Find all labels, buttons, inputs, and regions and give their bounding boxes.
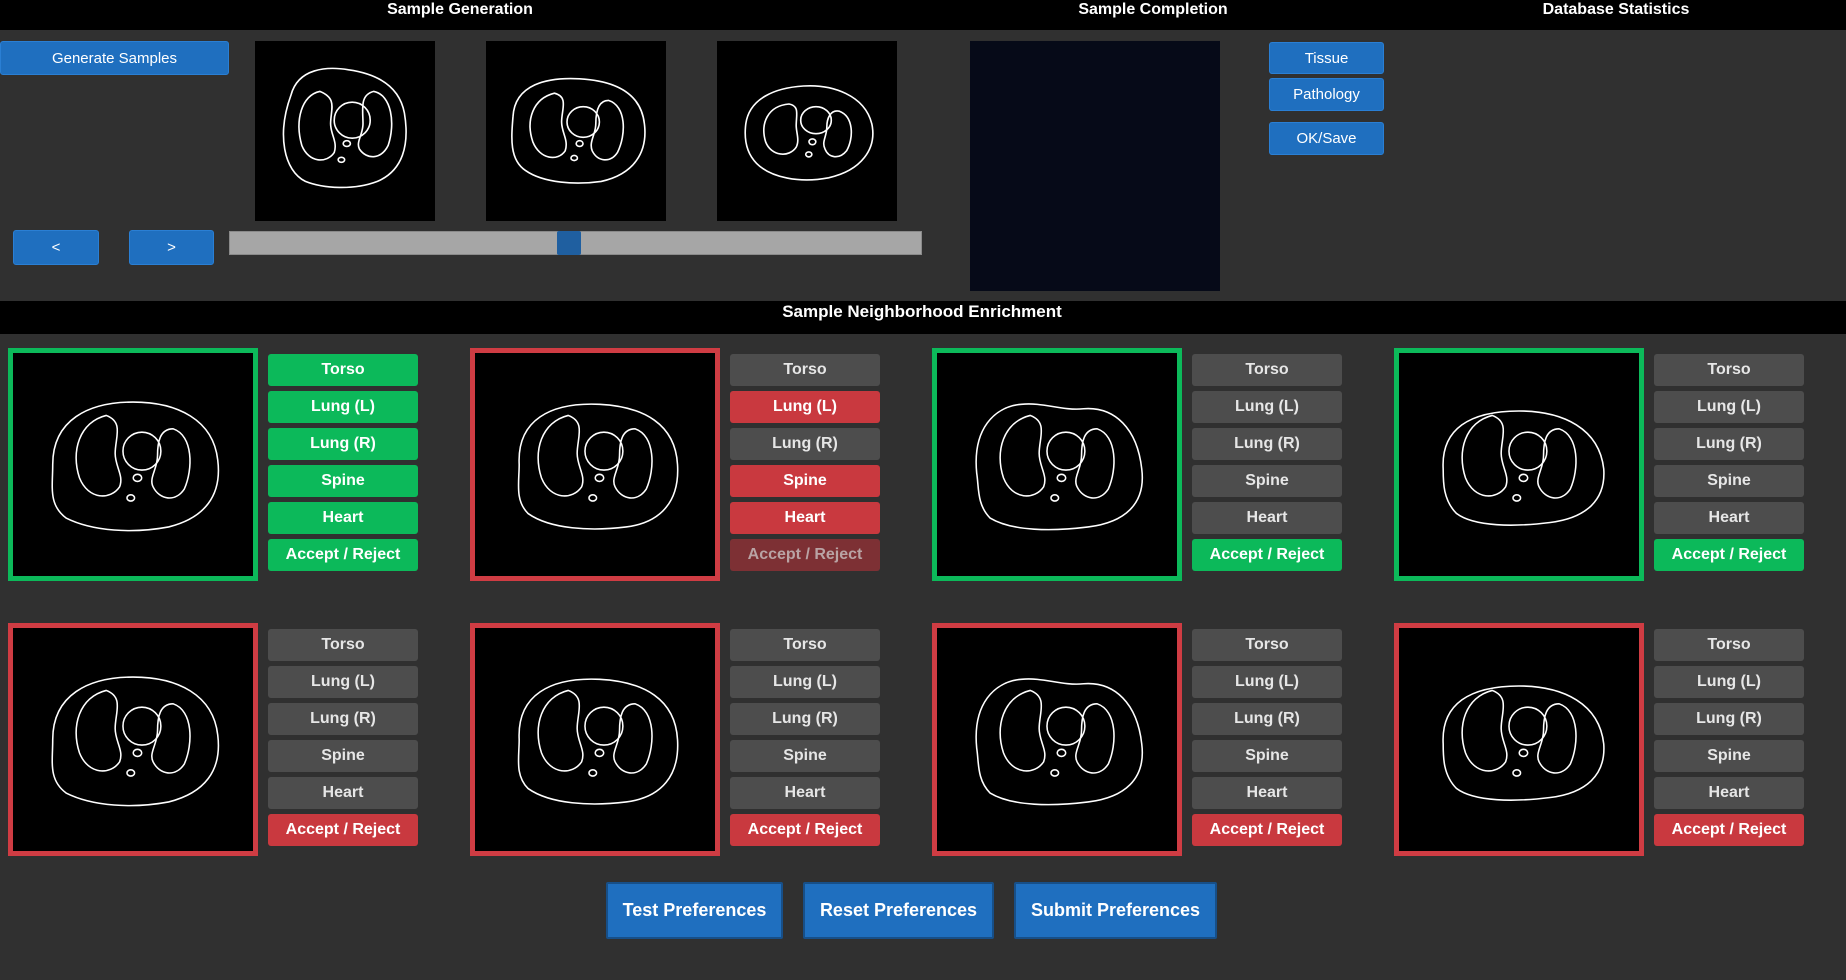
tag-button-accept-reject[interactable]: Accept / Reject <box>730 814 880 846</box>
tag-button-lung-l[interactable]: Lung (L) <box>1192 666 1342 698</box>
tag-button-lung-r[interactable]: Lung (R) <box>1192 703 1342 735</box>
tag-button-lung-r[interactable]: Lung (R) <box>268 428 418 460</box>
tag-button-lung-l[interactable]: Lung (L) <box>1654 666 1804 698</box>
tag-button-torso[interactable]: Torso <box>1654 354 1804 386</box>
tag-button-torso[interactable]: Torso <box>730 354 880 386</box>
previous-button[interactable]: < <box>13 230 99 265</box>
ct-contour-image <box>1442 685 1605 801</box>
generated-sample-thumbnail[interactable] <box>486 41 666 221</box>
enrichment-sample-image[interactable] <box>470 348 720 581</box>
tag-button-lung-r[interactable]: Lung (R) <box>1654 428 1804 460</box>
ct-contour-image <box>282 67 407 189</box>
generated-sample-thumbnail[interactable] <box>255 41 435 221</box>
tag-button-lung-r[interactable]: Lung (R) <box>1654 703 1804 735</box>
tag-button-spine[interactable]: Spine <box>1654 740 1804 772</box>
tag-button-torso[interactable]: Torso <box>268 354 418 386</box>
tag-button-spine[interactable]: Spine <box>730 465 880 497</box>
tag-button-accept-reject[interactable]: Accept / Reject <box>1192 814 1342 846</box>
enrichment-sample-image[interactable] <box>1394 623 1644 856</box>
tag-button-spine[interactable]: Spine <box>1192 740 1342 772</box>
tag-button-lung-l[interactable]: Lung (L) <box>1654 391 1804 423</box>
tag-button-lung-l[interactable]: Lung (L) <box>730 391 880 423</box>
ct-contour-image <box>975 678 1144 806</box>
submit-preferences-button[interactable]: Submit Preferences <box>1014 882 1217 939</box>
tag-button-accept-reject[interactable]: Accept / Reject <box>730 539 880 571</box>
tag-button-lung-l[interactable]: Lung (L) <box>1192 391 1342 423</box>
tag-button-torso[interactable]: Torso <box>1192 629 1342 661</box>
next-button[interactable]: > <box>129 230 214 265</box>
enrichment-sample-image[interactable] <box>932 348 1182 581</box>
tag-button-accept-reject[interactable]: Accept / Reject <box>268 814 418 846</box>
ct-contour-image <box>517 403 679 530</box>
enrichment-sample-image[interactable] <box>470 623 720 856</box>
tag-button-lung-r[interactable]: Lung (R) <box>730 428 880 460</box>
generate-samples-button[interactable]: Generate Samples <box>0 41 229 75</box>
ct-contour-image <box>517 678 679 805</box>
tag-button-heart[interactable]: Heart <box>730 502 880 534</box>
pathology-button[interactable]: Pathology <box>1269 78 1384 111</box>
enrichment-sample-image[interactable] <box>1394 348 1644 581</box>
ct-contour-image <box>1442 410 1605 526</box>
tag-button-torso[interactable]: Torso <box>268 629 418 661</box>
tag-button-lung-r[interactable]: Lung (R) <box>730 703 880 735</box>
enrichment-sample-image[interactable] <box>932 623 1182 856</box>
test-preferences-button[interactable]: Test Preferences <box>606 882 783 939</box>
tag-button-torso[interactable]: Torso <box>1654 629 1804 661</box>
sample-completion-canvas[interactable] <box>970 41 1220 291</box>
tag-button-spine[interactable]: Spine <box>730 740 880 772</box>
ct-contour-image <box>975 403 1144 531</box>
tag-button-heart[interactable]: Heart <box>1192 777 1342 809</box>
enrichment-sample-image[interactable] <box>8 623 258 856</box>
ct-contour-image <box>51 401 220 532</box>
reset-preferences-button[interactable]: Reset Preferences <box>803 882 994 939</box>
tag-button-accept-reject[interactable]: Accept / Reject <box>1654 814 1804 846</box>
tag-button-heart[interactable]: Heart <box>730 777 880 809</box>
tag-button-heart[interactable]: Heart <box>268 777 418 809</box>
tag-button-torso[interactable]: Torso <box>730 629 880 661</box>
tag-button-accept-reject[interactable]: Accept / Reject <box>1654 539 1804 571</box>
tag-button-lung-l[interactable]: Lung (L) <box>268 666 418 698</box>
tag-button-lung-r[interactable]: Lung (R) <box>1192 428 1342 460</box>
ct-contour-image <box>744 85 874 181</box>
sample-generation-title: Sample Generation <box>387 1 533 18</box>
tag-button-heart[interactable]: Heart <box>268 502 418 534</box>
tag-button-spine[interactable]: Spine <box>268 740 418 772</box>
ct-contour-image <box>511 77 646 184</box>
ct-contour-image <box>51 676 220 807</box>
tag-button-lung-l[interactable]: Lung (L) <box>268 391 418 423</box>
enrichment-title: Sample Neighborhood Enrichment <box>782 302 1062 321</box>
tag-button-heart[interactable]: Heart <box>1192 502 1342 534</box>
generated-sample-thumbnail[interactable] <box>717 41 897 221</box>
sample-slider-handle[interactable] <box>556 231 581 255</box>
ok-save-button[interactable]: OK/Save <box>1269 122 1384 155</box>
tag-button-heart[interactable]: Heart <box>1654 502 1804 534</box>
tag-button-torso[interactable]: Torso <box>1192 354 1342 386</box>
database-statistics-title: Database Statistics <box>1542 1 1690 18</box>
sample-completion-title: Sample Completion <box>1078 1 1228 18</box>
tag-button-spine[interactable]: Spine <box>1654 465 1804 497</box>
enrichment-sample-image[interactable] <box>8 348 258 581</box>
tag-button-heart[interactable]: Heart <box>1654 777 1804 809</box>
tag-button-accept-reject[interactable]: Accept / Reject <box>268 539 418 571</box>
tag-button-accept-reject[interactable]: Accept / Reject <box>1192 539 1342 571</box>
tag-button-lung-r[interactable]: Lung (R) <box>268 703 418 735</box>
tissue-button[interactable]: Tissue <box>1269 42 1384 74</box>
tag-button-spine[interactable]: Spine <box>1192 465 1342 497</box>
tag-button-spine[interactable]: Spine <box>268 465 418 497</box>
tag-button-lung-l[interactable]: Lung (L) <box>730 666 880 698</box>
